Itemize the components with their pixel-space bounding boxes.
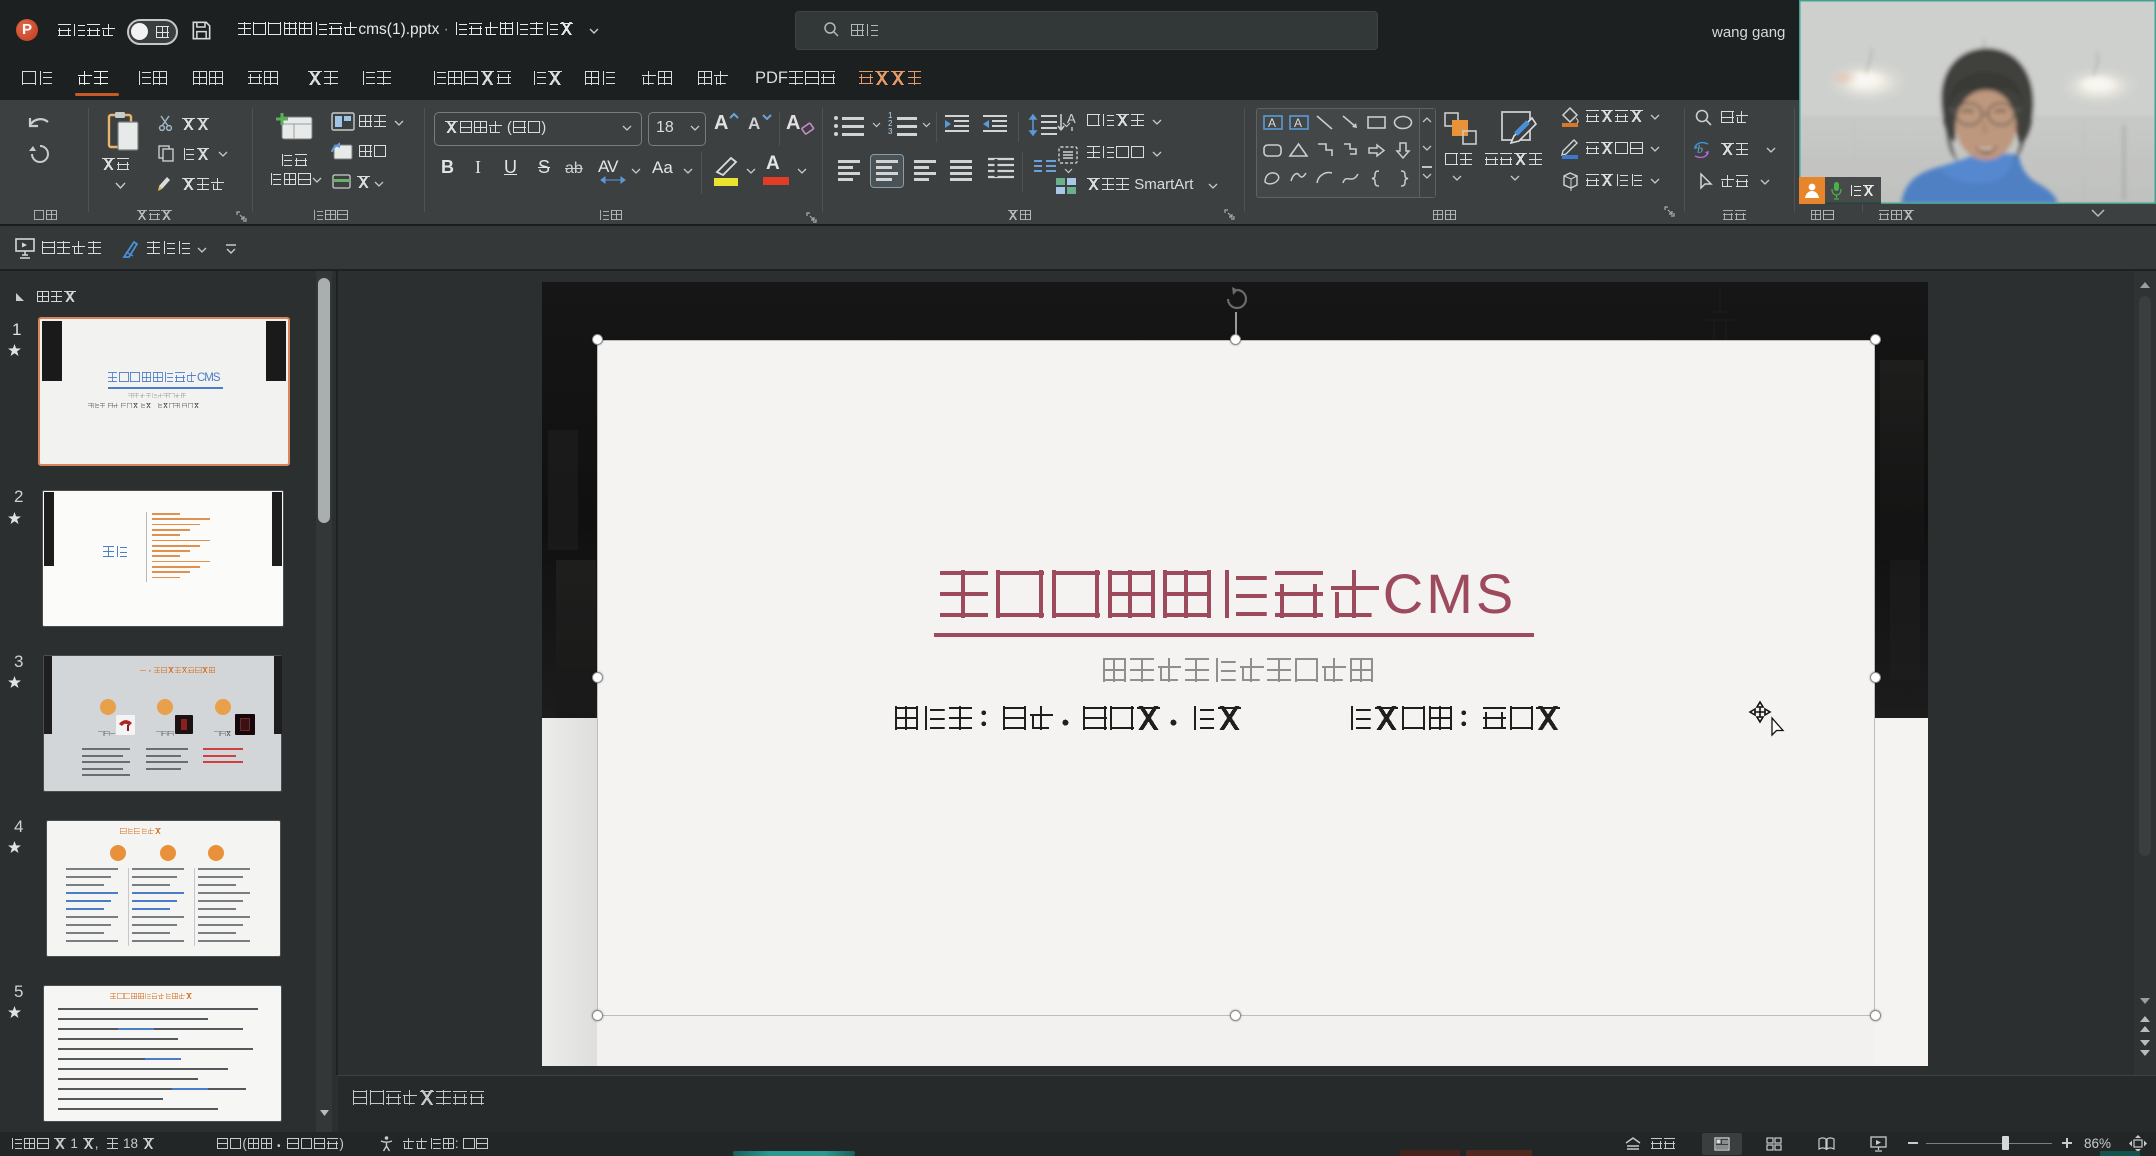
svg-text:A: A xyxy=(1268,116,1276,130)
svg-text:A: A xyxy=(1294,116,1302,130)
svg-text:A: A xyxy=(1067,111,1076,126)
